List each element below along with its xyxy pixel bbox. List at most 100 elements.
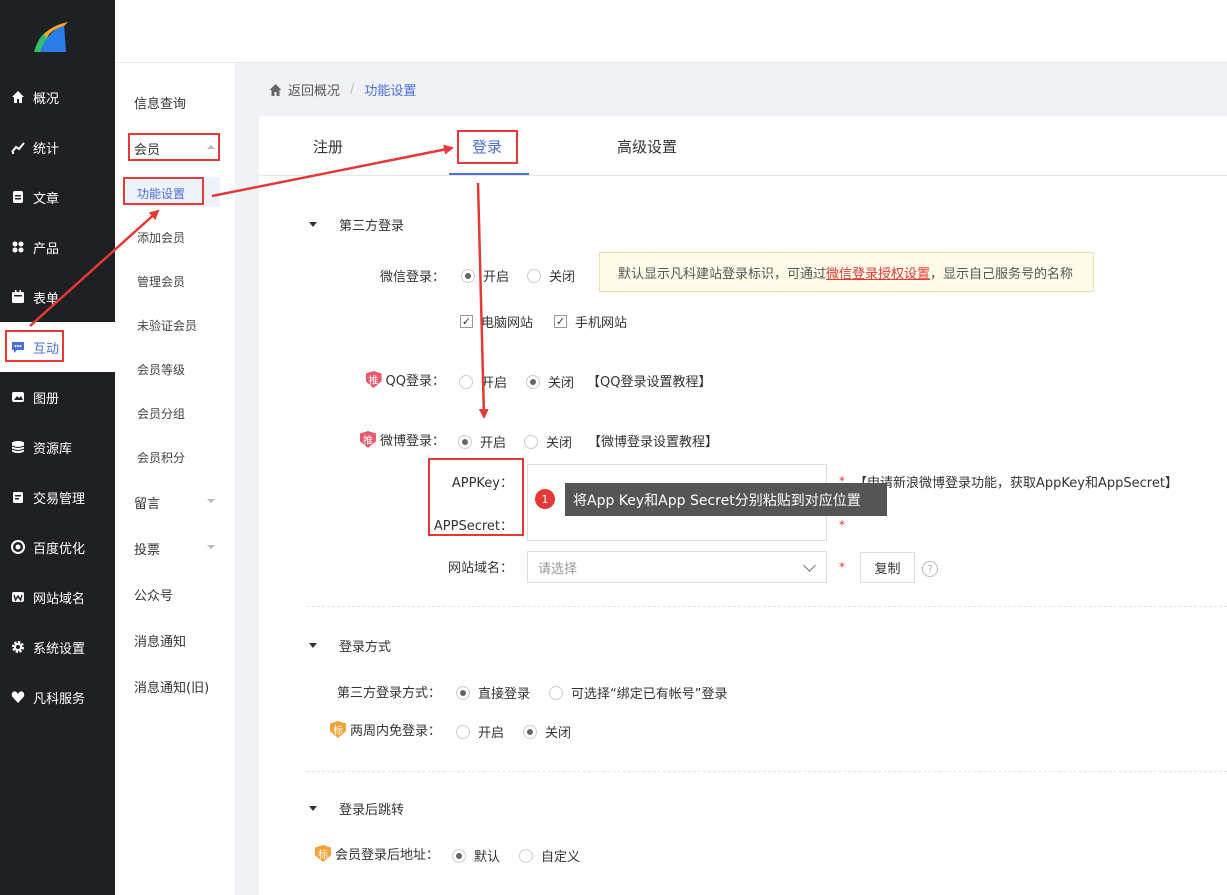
direct-login-radio[interactable]: 直接登录 xyxy=(456,683,530,702)
tab-register[interactable]: 注册 xyxy=(313,136,343,157)
submenu-group[interactable]: 会员分组 xyxy=(137,405,185,422)
standard-badge-icon: 标 xyxy=(329,721,346,738)
redirect-default-radio[interactable]: 默认 xyxy=(452,846,500,865)
checkbox-label: 手机网站 xyxy=(575,316,628,331)
weibo-close-radio[interactable]: 关闭 xyxy=(524,432,572,451)
wechat-auth-settings-link[interactable]: 微信登录授权设置 xyxy=(826,263,930,282)
required-mark: * xyxy=(839,518,845,532)
collapse-triangle-icon xyxy=(309,643,317,648)
radio-dot xyxy=(523,724,537,739)
third-login-method-label: 第三方登录方式： xyxy=(336,686,441,701)
sidebar-item-label: 系统设置 xyxy=(33,641,86,657)
submenu-level[interactable]: 会员等级 xyxy=(137,361,185,378)
annotation-box-app-fields xyxy=(428,458,524,536)
sidebar-item-overview[interactable]: 概况 xyxy=(0,72,115,122)
help-icon[interactable]: ? xyxy=(922,561,938,577)
two-week-open-radio[interactable]: 开启 xyxy=(456,722,504,741)
breadcrumb-back-link[interactable]: 返回概况 xyxy=(288,80,340,99)
web-icon xyxy=(10,589,26,605)
annotation-box-feature xyxy=(123,177,204,205)
section-login-method[interactable]: 登录方式 xyxy=(309,636,391,655)
radio-label: 自定义 xyxy=(541,850,581,865)
submenu-add-member[interactable]: 添加会员 xyxy=(137,229,185,246)
radio-dot xyxy=(524,434,538,449)
sidebar-item-service[interactable]: 凡科服务 xyxy=(0,672,115,722)
chevron-down-icon xyxy=(803,559,816,572)
domain-select[interactable]: 请选择 xyxy=(527,551,827,583)
radio-dot xyxy=(452,848,466,863)
radio-label: 关闭 xyxy=(546,436,573,451)
radio-label: 关闭 xyxy=(545,726,572,741)
weibo-open-radio[interactable]: 开启 xyxy=(458,432,506,451)
wechat-open-radio[interactable]: 开启 xyxy=(461,266,509,285)
sidebar-item-form[interactable]: 表单 xyxy=(0,272,115,322)
section-redirect[interactable]: 登录后跳转 xyxy=(309,799,404,818)
submenu-official[interactable]: 公众号 xyxy=(134,585,173,604)
qq-login-label: 推 QQ登录： xyxy=(359,370,445,389)
qq-tutorial-link[interactable]: 【QQ登录设置教程】 xyxy=(587,371,711,390)
qq-open-radio[interactable]: 开启 xyxy=(459,372,507,391)
submenu-notify[interactable]: 消息通知 xyxy=(134,631,186,650)
qq-close-radio[interactable]: 关闭 xyxy=(526,372,574,391)
top-header xyxy=(115,0,1227,63)
select-placeholder: 请选择 xyxy=(538,561,578,577)
pc-site-checkbox[interactable]: ✓ 电脑网站 xyxy=(460,312,533,331)
home-icon xyxy=(10,89,26,105)
wechat-close-radio[interactable]: 关闭 xyxy=(527,266,575,285)
submenu-notify-old[interactable]: 消息通知(旧) xyxy=(134,677,209,696)
required-mark: * xyxy=(839,560,845,574)
submenu-vote[interactable]: 投票 xyxy=(134,539,160,558)
sidebar-item-resources[interactable]: 资源库 xyxy=(0,422,115,472)
tooltip-text: 将App Key和App Secret分别粘贴到对应位置 xyxy=(573,492,861,509)
tab-advanced[interactable]: 高级设置 xyxy=(617,136,677,157)
sidebar-item-settings[interactable]: 系统设置 xyxy=(0,622,115,672)
radio-label: 开启 xyxy=(481,376,508,391)
two-week-close-radio[interactable]: 关闭 xyxy=(523,722,571,741)
radio-dot xyxy=(456,724,470,739)
two-week-login-label: 标两周内免登录： xyxy=(319,720,441,739)
radio-label: 默认 xyxy=(474,850,501,865)
calendar-icon xyxy=(10,289,26,305)
tab-bar: 注册 登录 高级设置 xyxy=(259,116,1227,176)
radio-dot xyxy=(461,268,475,283)
sidebar-item-product[interactable]: 产品 xyxy=(0,222,115,272)
label-text: 微博登录： xyxy=(379,434,445,449)
radio-dot xyxy=(519,848,533,863)
mobile-site-checkbox[interactable]: ✓ 手机网站 xyxy=(554,312,627,331)
bind-account-radio[interactable]: 可选择“绑定已有帐号”登录 xyxy=(549,683,727,702)
annotation-box-login-tab xyxy=(457,130,518,164)
redirect-custom-radio[interactable]: 自定义 xyxy=(519,846,580,865)
submenu-points[interactable]: 会员积分 xyxy=(137,449,185,466)
chart-icon xyxy=(10,139,26,155)
sidebar-item-article[interactable]: 文章 xyxy=(0,172,115,222)
article-icon xyxy=(10,189,26,205)
redirect-address-label: 标会员登录后地址： xyxy=(299,844,439,863)
sidebar-item-album[interactable]: 图册 xyxy=(0,372,115,422)
submenu-manage-member[interactable]: 管理会员 xyxy=(137,273,185,290)
submenu-info-query[interactable]: 信息查询 xyxy=(134,93,186,112)
label-text: QQ登录： xyxy=(385,374,445,389)
trade-icon xyxy=(10,489,26,505)
sidebar-item-stats[interactable]: 统计 xyxy=(0,122,115,172)
tab-active-indicator xyxy=(449,173,529,175)
sidebar-item-label: 网站域名 xyxy=(33,591,86,607)
radio-dot xyxy=(456,685,470,700)
section-divider xyxy=(307,606,1227,607)
main-sidebar: 概况 统计 文章 产品 表单 互动 图册 资源库 交易管理 百度优化 网站域名 xyxy=(0,0,115,895)
radio-label: 可选择“绑定已有帐号”登录 xyxy=(571,687,728,702)
sidebar-item-baidu[interactable]: 百度优化 xyxy=(0,522,115,572)
sidebar-item-label: 文章 xyxy=(33,191,60,207)
check-icon: ✓ xyxy=(554,315,567,328)
sidebar-item-trade[interactable]: 交易管理 xyxy=(0,472,115,522)
submenu-unverified[interactable]: 未验证会员 xyxy=(137,317,197,334)
submenu-message[interactable]: 留言 xyxy=(134,493,160,512)
section-third-party[interactable]: 第三方登录 xyxy=(309,215,404,234)
sidebar-item-domain[interactable]: 网站域名 xyxy=(0,572,115,622)
notice-text: ，显示自己服务号的名称 xyxy=(930,266,1074,282)
radio-label: 开启 xyxy=(478,726,505,741)
sidebar-item-label: 表单 xyxy=(33,291,60,307)
copy-button[interactable]: 复制 xyxy=(860,552,915,583)
radio-dot xyxy=(458,434,472,449)
label-text: 会员登录后地址： xyxy=(334,848,439,863)
weibo-tutorial-link[interactable]: 【微博登录设置教程】 xyxy=(588,431,718,450)
